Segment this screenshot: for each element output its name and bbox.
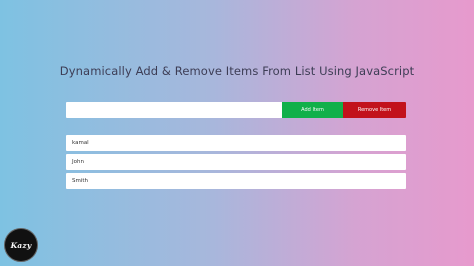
list-item[interactable]: John <box>66 154 406 170</box>
channel-logo: Kazy <box>4 228 38 262</box>
item-input[interactable] <box>66 102 282 118</box>
item-list: kamal John Smith <box>66 135 406 192</box>
logo-text: Kazy <box>10 240 32 250</box>
page-background: Dynamically Add & Remove Items From List… <box>0 0 474 266</box>
list-item[interactable]: Smith <box>66 173 406 189</box>
page-title: Dynamically Add & Remove Items From List… <box>59 64 415 78</box>
list-item[interactable]: kamal <box>66 135 406 151</box>
item-controls: Add Item Remove Item <box>66 102 406 118</box>
remove-item-button[interactable]: Remove Item <box>343 102 406 118</box>
add-item-button[interactable]: Add Item <box>282 102 343 118</box>
